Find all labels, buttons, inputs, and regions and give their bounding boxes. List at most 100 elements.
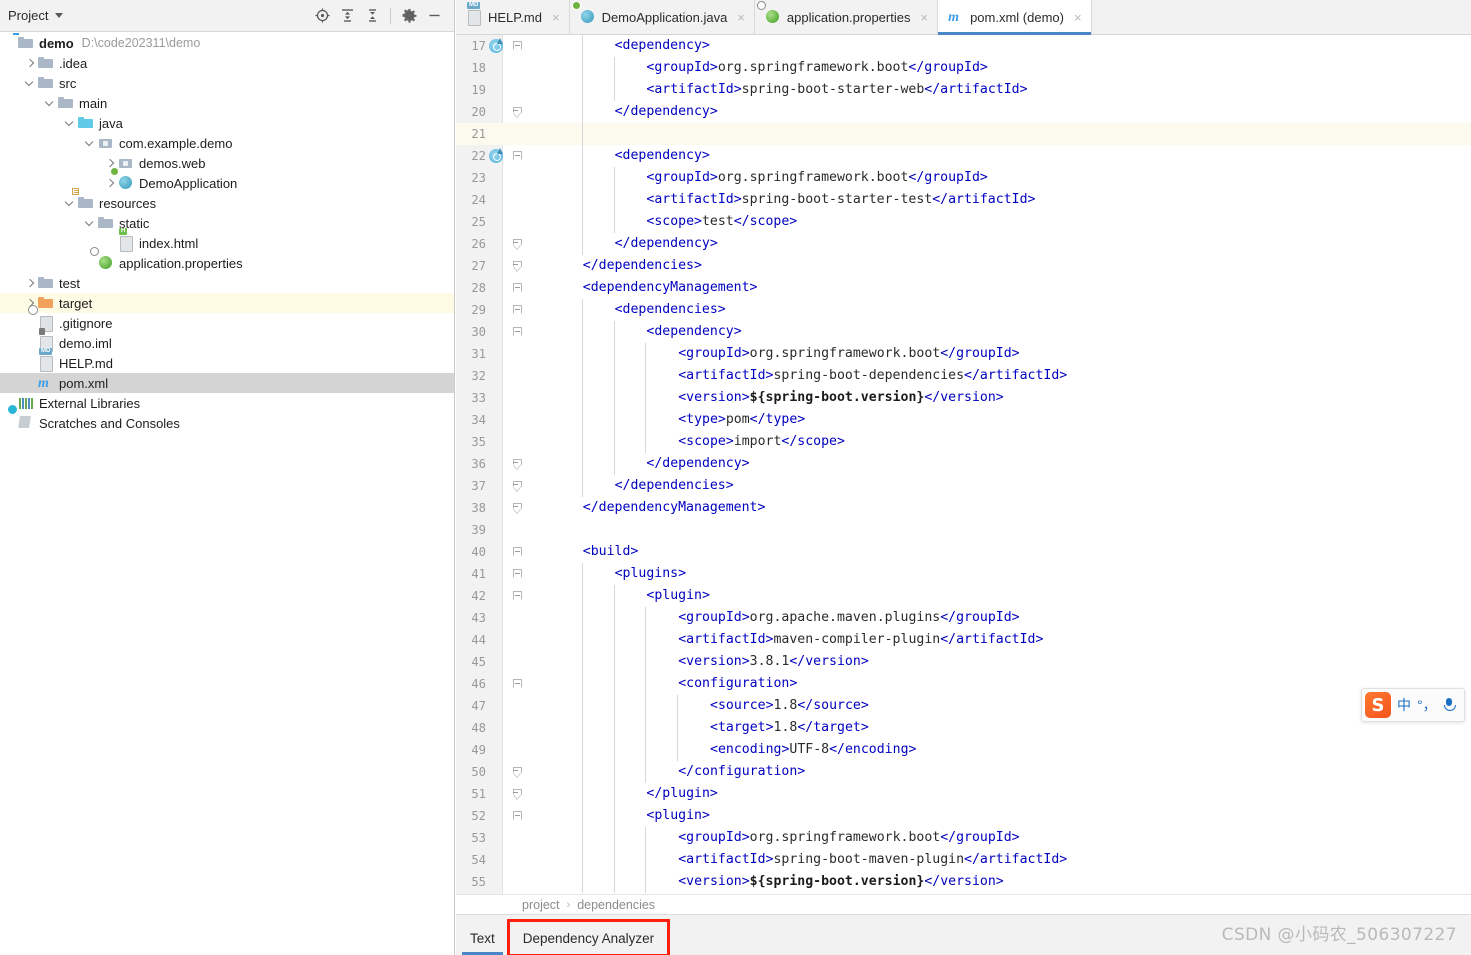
code-line[interactable]: 25 <scope>test</scope> [456,211,1471,233]
code-line[interactable]: 49 <encoding>UTF-8</encoding> [456,739,1471,761]
code-line[interactable]: 33 <version>${spring-boot.version}</versi… [456,387,1471,409]
chevron-right-icon[interactable] [24,57,36,69]
code-line[interactable]: 24 <artifactId>spring-boot-starter-test</… [456,189,1471,211]
bottom-tab-dependency-analyzer[interactable]: Dependency Analyzer [506,919,671,955]
tree-item-help-md[interactable]: MD HELP.md [0,348,454,373]
tree-item-application-properties[interactable]: application.properties [0,247,454,273]
code-line[interactable]: 47 <source>1.8</source> [456,695,1471,717]
tree-item-pom-xml[interactable]: m pom.xml [0,373,454,393]
chevron-right-icon[interactable] [24,277,36,289]
code-line[interactable]: 29 <dependencies> [456,299,1471,321]
editor-tab-application-properties[interactable]: application.properties × [754,0,939,34]
fold-collapse-icon[interactable] [511,541,525,563]
project-tree[interactable]: demo D:\code202311\demo .idea src main java co… [0,33,454,955]
tree-item-idea[interactable]: .idea [0,53,454,73]
fold-end-icon[interactable] [511,783,525,805]
code-line[interactable]: 34 <type>pom</type> [456,409,1471,431]
run-dependency-icon[interactable] [489,148,503,163]
code-line[interactable]: 17 <dependency> [456,35,1471,57]
code-line[interactable]: 36 </dependency> [456,453,1471,475]
fold-end-icon[interactable] [511,255,525,277]
fold-end-icon[interactable] [511,497,525,519]
tree-item-test[interactable]: test [0,273,454,293]
code-line[interactable]: 54 <artifactId>spring-boot-maven-plugin</… [456,849,1471,871]
fold-collapse-icon[interactable] [511,145,525,167]
gear-icon[interactable] [398,5,420,27]
fold-collapse-icon[interactable] [511,805,525,827]
tree-item-demo-iml[interactable]: demo.iml [0,328,454,353]
editor-bottom-tabs[interactable]: Text Dependency Analyzer [456,914,1471,955]
chevron-down-icon[interactable] [64,117,76,129]
tree-item-gitignore[interactable]: .gitignore [0,313,454,333]
code-line[interactable]: 20 </dependency> [456,101,1471,123]
tree-item-index-html[interactable]: Hindex.html [0,228,454,253]
breadcrumb-item-dependencies[interactable]: dependencies [577,898,655,912]
editor-tab-help-md[interactable]: MD HELP.md × [456,0,570,34]
fold-collapse-icon[interactable] [511,585,525,607]
code-line[interactable]: 21 [456,123,1471,145]
fold-collapse-icon[interactable] [511,673,525,695]
code-line[interactable]: 18 <groupId>org.springframework.boot</gro… [456,57,1471,79]
code-lines[interactable]: 17 <dependency> 18 <groupId>org.springframe… [456,35,1471,893]
bottom-tab-text[interactable]: Text [456,921,509,955]
sogou-logo-icon[interactable]: S [1365,692,1391,718]
code-line[interactable]: 43 <groupId>org.apache.maven.plugins</gro… [456,607,1471,629]
code-line[interactable]: 41 <plugins> [456,563,1471,585]
editor-tab-bar[interactable]: MD HELP.md × DemoApplication.java × applicati… [456,0,1471,35]
tree-item-demoapplication[interactable]: DemoApplication [0,167,454,193]
tree-item-external-libraries[interactable]: External Libraries [0,393,454,413]
code-line[interactable]: 28 <dependencyManagement> [456,277,1471,299]
tree-item-resources[interactable]: resources [0,188,454,213]
code-line[interactable]: 40 <build> [456,541,1471,563]
code-line[interactable]: 26 </dependency> [456,233,1471,255]
close-icon[interactable]: × [920,11,928,24]
tree-item-scratches-and-consoles[interactable]: Scratches and Consoles [0,413,454,433]
close-icon[interactable]: × [1074,11,1082,24]
tree-item-com-example-demo[interactable]: com.example.demo [0,133,454,153]
chevron-down-icon[interactable] [64,197,76,209]
code-line[interactable]: 51 </plugin> [456,783,1471,805]
code-line[interactable]: 45 <version>3.8.1</version> [456,651,1471,673]
tree-item-src[interactable]: src [0,73,454,93]
ime-language-mode[interactable]: 中 [1397,695,1411,715]
fold-collapse-icon[interactable] [511,299,525,321]
chevron-down-icon[interactable] [84,137,96,149]
minimize-icon[interactable] [423,5,445,27]
tree-item-static[interactable]: static [0,213,454,233]
code-line[interactable]: 38 </dependencyManagement> [456,497,1471,519]
project-view-selector[interactable]: Project [0,8,64,23]
code-line[interactable]: 53 <groupId>org.springframework.boot</gro… [456,827,1471,849]
tree-item-main[interactable]: main [0,93,454,113]
chevron-down-icon[interactable] [24,77,36,89]
code-line[interactable]: 39 [456,519,1471,541]
collapse-all-icon[interactable] [361,5,383,27]
fold-end-icon[interactable] [511,761,525,783]
breadcrumb-item-project[interactable]: project [522,898,560,912]
code-line[interactable]: 31 <groupId>org.springframework.boot</gro… [456,343,1471,365]
fold-end-icon[interactable] [511,475,525,497]
code-line[interactable]: 19 <artifactId>spring-boot-starter-web</a… [456,79,1471,101]
code-line[interactable]: 27 </dependencies> [456,255,1471,277]
code-line[interactable]: 46 <configuration> [456,673,1471,695]
editor-tab-pom-xml-demo[interactable]: m pom.xml (demo) × [938,0,1092,35]
code-line[interactable]: 32 <artifactId>spring-boot-dependencies</… [456,365,1471,387]
fold-end-icon[interactable] [511,453,525,475]
code-line[interactable]: 44 <artifactId>maven-compiler-plugin</art… [456,629,1471,651]
code-editor[interactable]: 17 <dependency> 18 <groupId>org.springframe… [456,35,1471,894]
code-line[interactable]: 52 <plugin> [456,805,1471,827]
chevron-down-icon[interactable] [84,217,96,229]
locate-icon[interactable] [311,5,333,27]
editor-tab-demoapplication-java[interactable]: DemoApplication.java × [569,0,755,34]
code-line[interactable]: 30 <dependency> [456,321,1471,343]
fold-end-icon[interactable] [511,101,525,123]
fold-collapse-icon[interactable] [511,277,525,299]
fold-collapse-icon[interactable] [511,321,525,343]
code-line[interactable]: 37 </dependencies> [456,475,1471,497]
run-dependency-icon[interactable] [489,38,503,53]
tree-item-target[interactable]: target [0,293,454,313]
close-icon[interactable]: × [552,11,560,24]
code-line[interactable]: 35 <scope>import</scope> [456,431,1471,453]
tree-item-demo[interactable]: demo D:\code202311\demo [0,33,454,53]
fold-collapse-icon[interactable] [511,35,525,57]
tree-item-demos-web[interactable]: demos.web [0,153,454,173]
